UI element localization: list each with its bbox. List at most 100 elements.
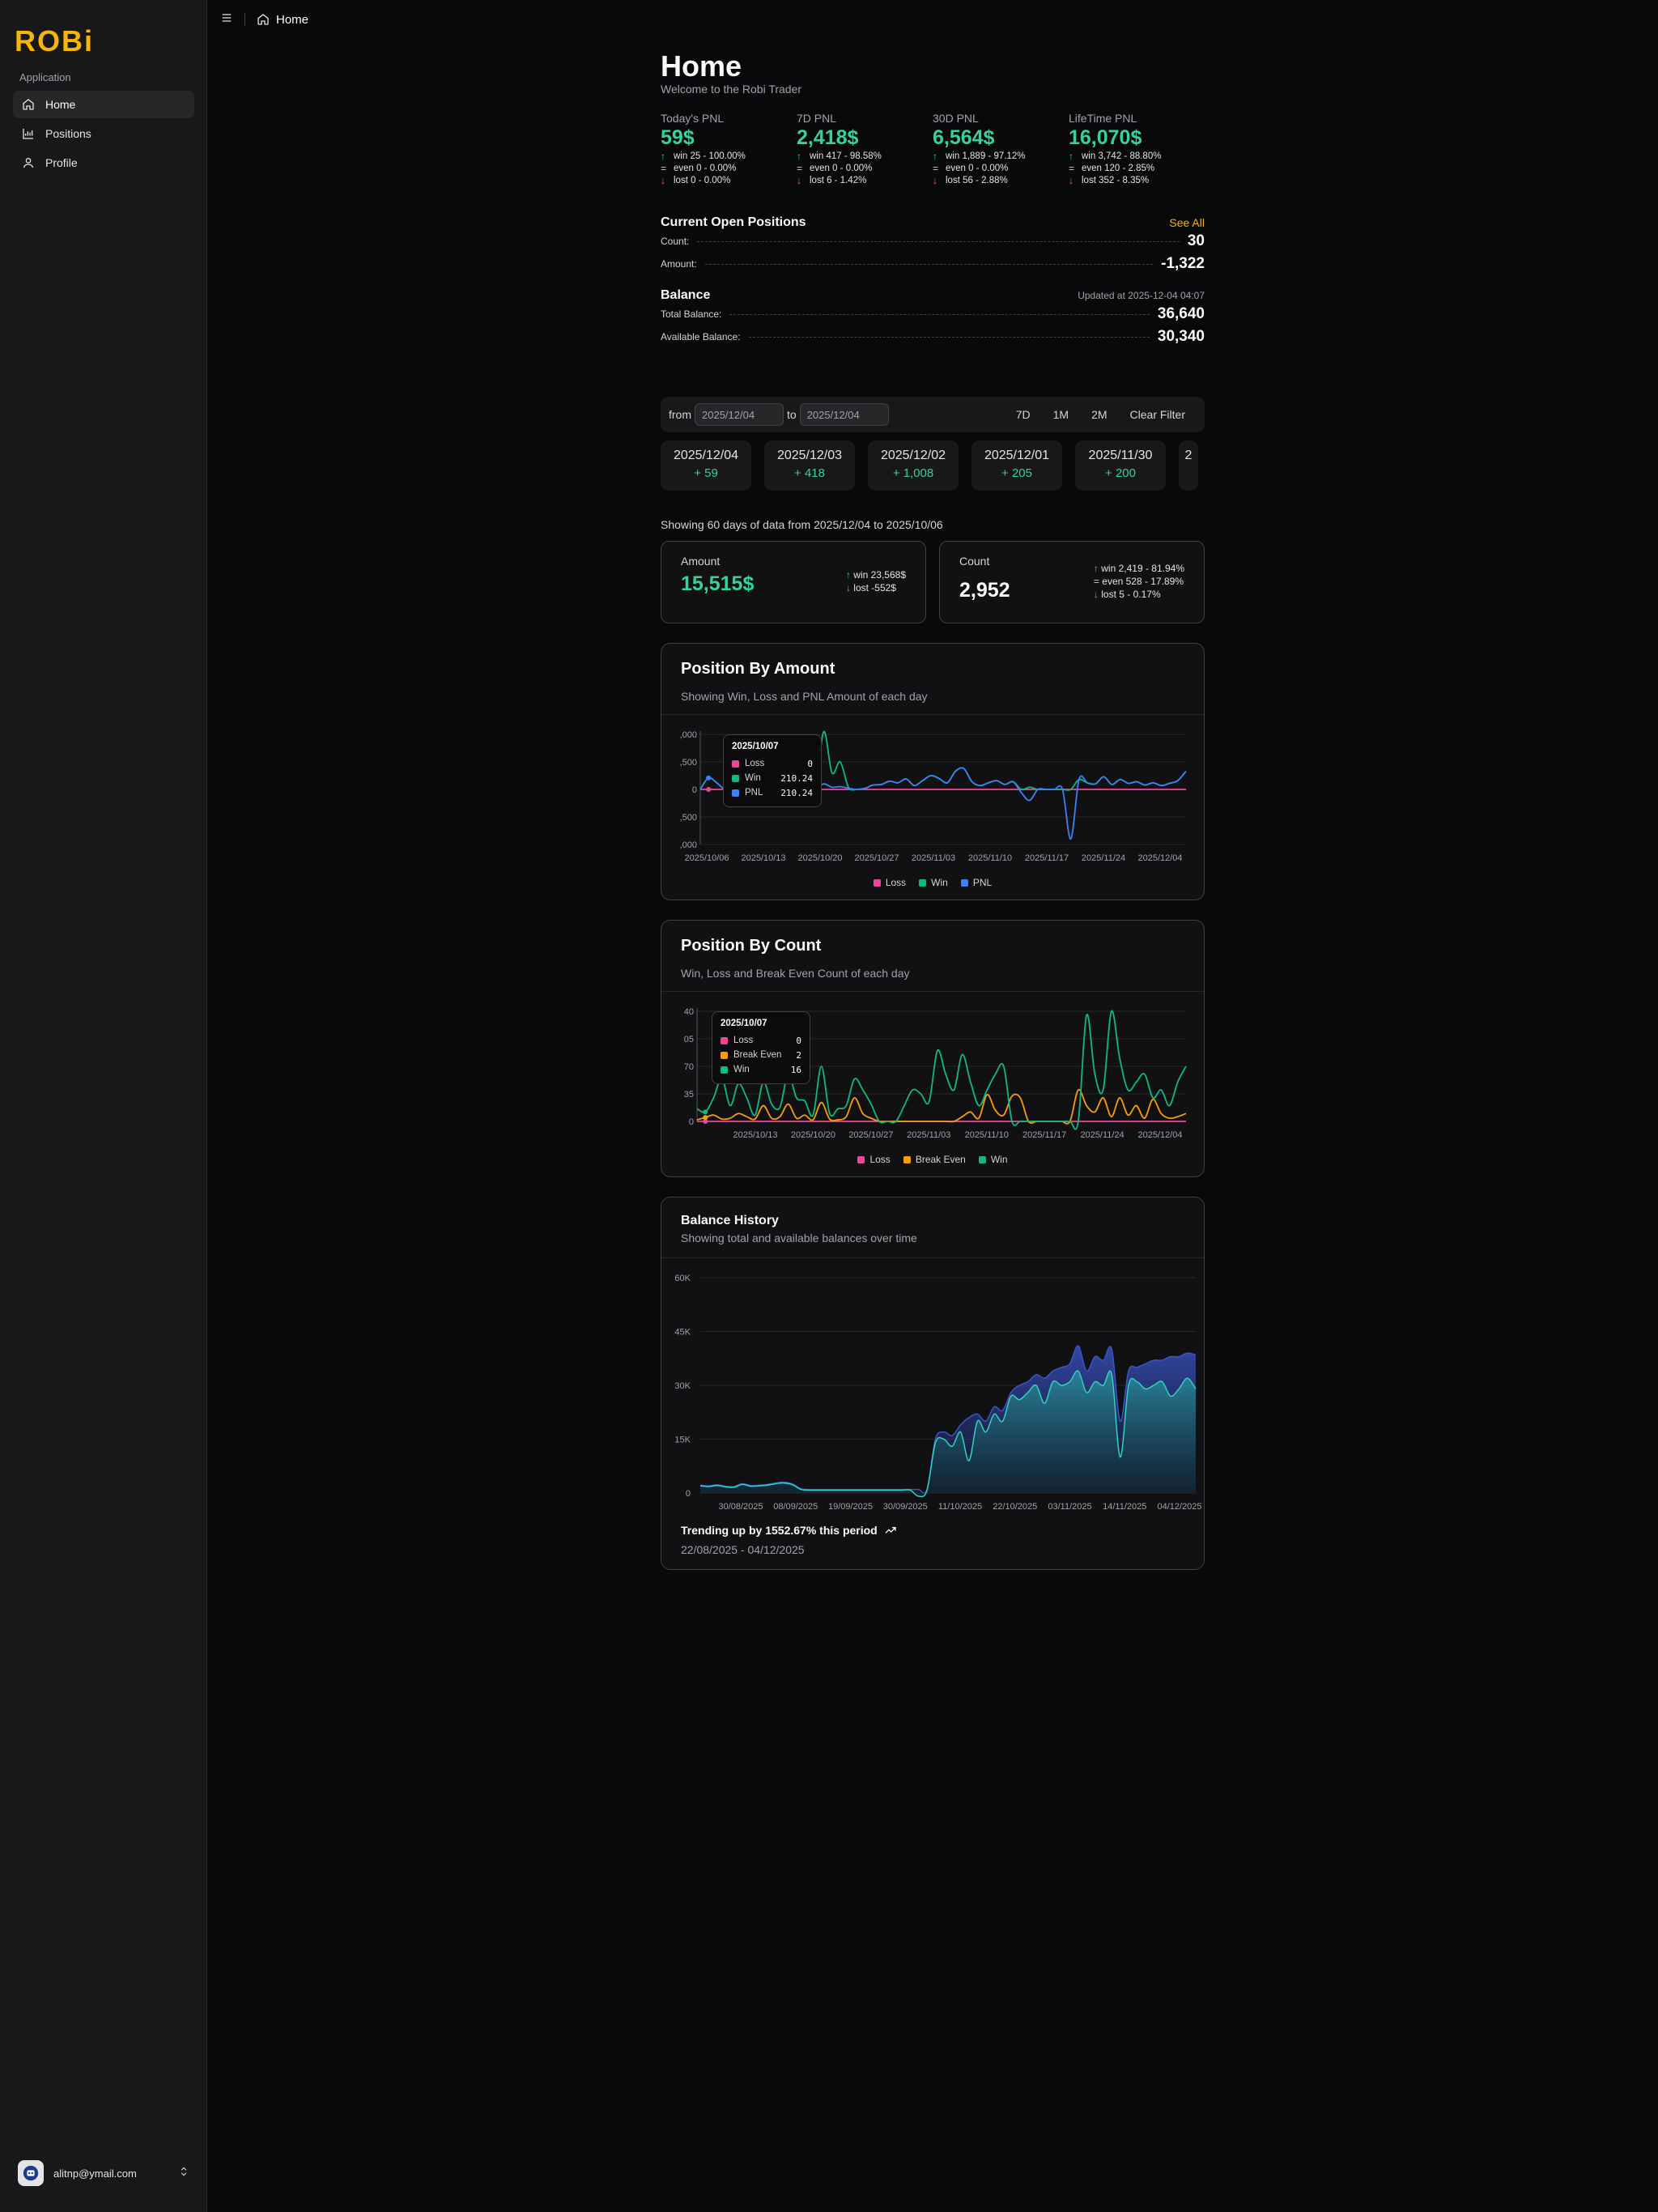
day-card[interactable]: 2025/12/02 + 1,008: [868, 440, 959, 491]
pnl-summary: Today's PNL 59$ ↑ win 25 - 100.00% = even …: [661, 112, 1205, 186]
tooltip-name: Win: [733, 1065, 750, 1074]
x-tick-label: 04/12/2025: [1157, 1502, 1201, 1512]
sidebar-item-label: Positions: [45, 127, 91, 140]
amount-stat-value: 15,515$: [681, 572, 755, 595]
tooltip-name: Break Even: [733, 1050, 782, 1060]
day-date: 2025/12/04: [673, 449, 739, 462]
robot-avatar-icon: [23, 2165, 39, 2181]
pnl-label: 30D PNL: [933, 112, 979, 125]
series-line-break-even: [696, 1088, 1187, 1125]
sidebar-item-label: Home: [45, 98, 76, 111]
pnl-lost: lost 0 - 0.00%: [674, 175, 731, 185]
open-positions-title: Current Open Positions: [661, 215, 806, 229]
x-tick-label: 2025/10/13: [733, 1130, 777, 1140]
open-positions-count-row: Count: 30: [661, 230, 1205, 253]
y-tick-label: 0: [689, 1117, 694, 1127]
showing-range-text: Showing 60 days of data from 2025/12/04 …: [661, 518, 943, 531]
day-date: 2025/12/01: [984, 449, 1050, 462]
card-title: Position By Amount: [681, 660, 835, 678]
arrow-up-icon: ↑: [661, 150, 665, 162]
from-date-input[interactable]: 2025/12/04: [695, 403, 784, 426]
to-date-input[interactable]: 2025/12/04: [799, 403, 889, 426]
app-logo[interactable]: ROBi: [15, 24, 94, 58]
sidebar-item-positions[interactable]: Positions: [13, 120, 194, 147]
main-content: Home Welcome to the Robi Trader Today's …: [661, 49, 1205, 1570]
breadcrumb[interactable]: Home: [257, 13, 308, 27]
y-tick-label: 35: [684, 1090, 694, 1100]
equals-icon: =: [661, 162, 667, 174]
day-card[interactable]: 2025/12/01 + 205: [971, 440, 1062, 491]
pnl-30d: 30D PNL 6,564$ ↑ win 1,889 - 97.12% = even…: [933, 112, 1069, 186]
tooltip-value: 0: [796, 1035, 801, 1046]
count-value: 30: [1187, 232, 1205, 249]
active-dot: [706, 775, 712, 781]
trend-text: Trending up by 1552.67% this period: [681, 1524, 1184, 1537]
day-card[interactable]: 2025/11/30 + 200: [1075, 440, 1166, 491]
card-title: Balance History: [681, 1214, 779, 1227]
breadcrumb-label: Home: [276, 12, 309, 27]
page-subtitle: Welcome to the Robi Trader: [661, 83, 802, 96]
amount-label: Amount:: [661, 258, 697, 270]
y-tick-label: ,000: [680, 730, 697, 740]
count-win: win 2,419 - 81.94%: [1101, 563, 1184, 574]
sidebar-item-label: Profile: [45, 156, 78, 169]
y-tick-label: 30K: [674, 1381, 691, 1391]
legend-item-pnl[interactable]: PNL: [960, 877, 992, 888]
balance-history-chart[interactable]: 0 15K 30K 45K 60K 30/08/2025 08/09/2025 19/09/2…: [661, 1258, 1205, 1521]
chart-legend: Loss Win PNL: [661, 877, 1204, 900]
count-label: Count:: [661, 236, 690, 247]
x-tick-label: 2025/10/20: [797, 853, 842, 863]
chevron-up-down-icon: [178, 2166, 189, 2181]
day-date: 2025/11/30: [1088, 449, 1153, 462]
card-title: Position By Count: [681, 937, 822, 955]
day-value: + 200: [1105, 466, 1136, 480]
x-tick-label: 22/10/2025: [993, 1502, 1037, 1512]
legend-item-break-even[interactable]: Break Even: [903, 1154, 966, 1165]
x-tick-label: 03/11/2025: [1048, 1502, 1091, 1512]
day-date: 2: [1184, 449, 1192, 462]
y-tick-label: 70: [684, 1062, 694, 1072]
legend-item-loss[interactable]: Loss: [857, 1154, 891, 1165]
y-tick-label: 45K: [674, 1328, 691, 1338]
equals-icon: =: [933, 162, 939, 174]
filter-2m-button[interactable]: 2M: [1080, 408, 1118, 421]
x-tick-label: 08/09/2025: [773, 1502, 818, 1512]
tooltip-value: 2: [796, 1049, 801, 1061]
user-email: alitnp@ymail.com: [53, 2167, 137, 2180]
daily-pnl-list: 2025/12/04 + 59 2025/12/03 + 418 2025/12/0…: [661, 440, 1205, 491]
available-balance-row: Available Balance: 30,340: [661, 325, 1205, 348]
x-tick-label: 2025/10/27: [854, 853, 899, 863]
day-card[interactable]: 2: [1179, 440, 1198, 491]
user-menu[interactable]: alitnp@ymail.com: [13, 2155, 194, 2191]
y-tick-label: ,500: [680, 813, 697, 823]
topbar-separator: [244, 13, 245, 26]
day-card[interactable]: 2025/12/04 + 59: [661, 440, 751, 491]
sidebar-item-profile[interactable]: Profile: [13, 149, 194, 177]
day-value: + 1,008: [892, 466, 934, 480]
arrow-down-icon: ↓: [933, 174, 937, 186]
y-tick-label: 0: [692, 785, 697, 795]
amount-stat-label: Amount: [681, 555, 721, 568]
clear-filter-button[interactable]: Clear Filter: [1119, 408, 1197, 421]
from-label: from: [669, 408, 691, 421]
filter-7d-button[interactable]: 7D: [1005, 408, 1042, 421]
y-tick-label: 15K: [674, 1436, 691, 1445]
arrow-down-icon: ↓: [797, 174, 801, 186]
day-card[interactable]: 2025/12/03 + 418: [764, 440, 855, 491]
pnl-even: even 0 - 0.00%: [810, 163, 873, 173]
legend-item-win[interactable]: Win: [978, 1154, 1008, 1165]
to-label: to: [787, 408, 797, 421]
legend-item-loss[interactable]: Loss: [873, 877, 906, 888]
position-by-amount-card: Position By Amount Showing Win, Loss and…: [661, 643, 1205, 900]
x-tick-label: 2025/12/04: [1137, 853, 1182, 863]
position-by-count-card: Position By Count Win, Loss and Break Ev…: [661, 920, 1205, 1177]
x-tick-label: 2025/11/17: [1025, 853, 1069, 863]
day-value: + 418: [794, 466, 825, 480]
pnl-value: 2,418$: [797, 126, 859, 149]
filter-1m-button[interactable]: 1M: [1042, 408, 1080, 421]
see-all-link[interactable]: See All: [1169, 216, 1205, 229]
sidebar-item-home[interactable]: Home: [13, 91, 194, 118]
count-stat-value: 2,952: [959, 579, 1010, 602]
legend-item-win[interactable]: Win: [919, 877, 948, 888]
sidebar-toggle-icon[interactable]: [220, 11, 233, 28]
